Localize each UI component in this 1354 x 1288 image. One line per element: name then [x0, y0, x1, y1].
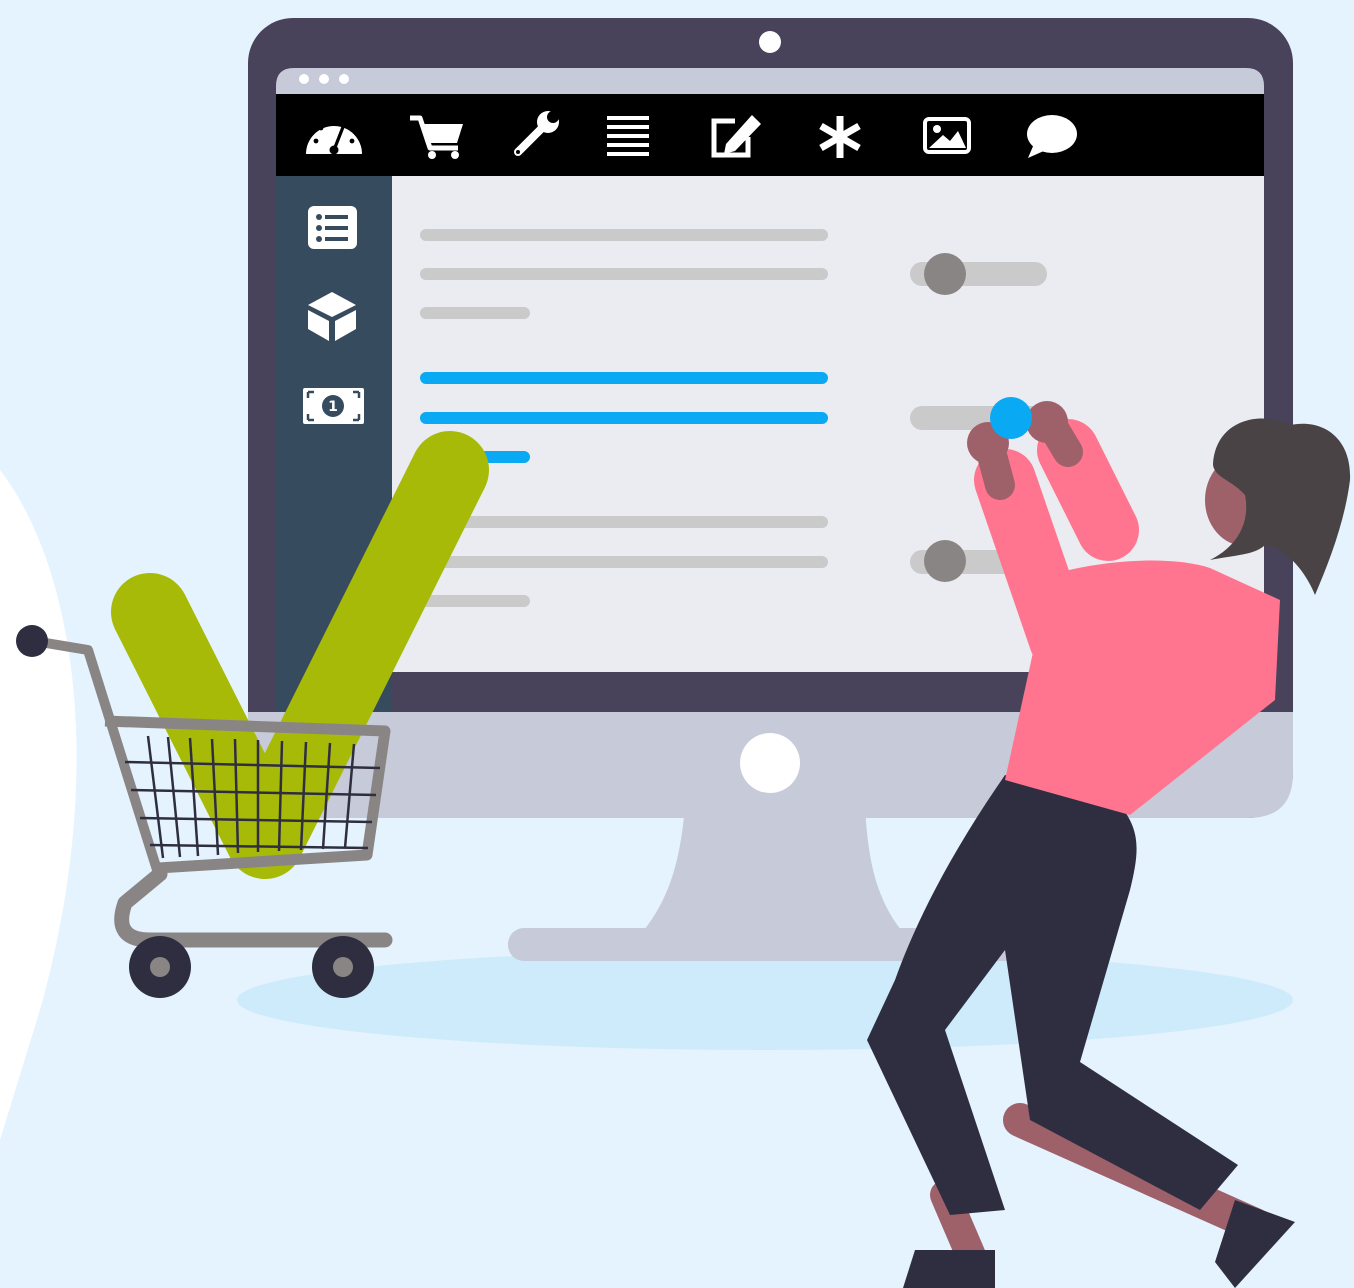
- browser-titlebar: [276, 68, 1264, 94]
- window-dot[interactable]: [319, 74, 329, 84]
- toggle-knob-active[interactable]: [990, 397, 1032, 439]
- text-placeholder-line: [420, 556, 828, 568]
- toggle-knob: [924, 540, 966, 582]
- list-icon[interactable]: [308, 206, 357, 249]
- toggle-knob: [924, 253, 966, 295]
- text-placeholder-line: [420, 229, 828, 241]
- illustration-scene: 1: [0, 18, 1351, 1288]
- text-placeholder-line: [420, 516, 828, 528]
- webcam: [759, 31, 781, 53]
- text-placeholder-line: [420, 372, 828, 384]
- money-bill-icon[interactable]: 1: [303, 388, 364, 424]
- money-bill-label: 1: [328, 399, 338, 415]
- text-placeholder-line: [420, 412, 828, 424]
- white-blob: [0, 470, 77, 1140]
- text-placeholder-line: [420, 268, 828, 280]
- text-placeholder-line: [420, 595, 530, 607]
- floor-shadow: [237, 950, 1293, 1050]
- monitor-logo: [740, 733, 800, 793]
- window-dot[interactable]: [299, 74, 309, 84]
- text-placeholder-line: [420, 307, 530, 319]
- window-dot[interactable]: [339, 74, 349, 84]
